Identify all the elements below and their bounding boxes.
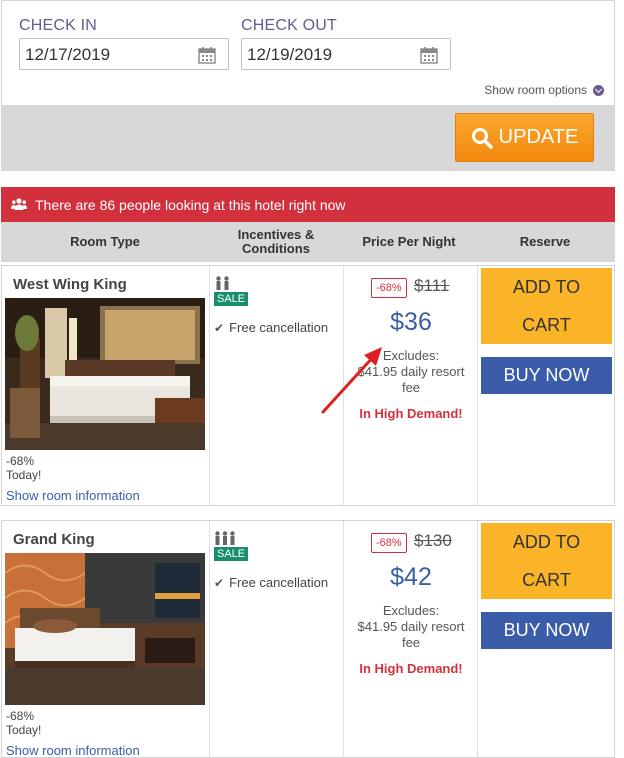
update-button[interactable]: UPDATE [455, 113, 594, 162]
check-in-field[interactable]: 12/17/2019 [19, 38, 229, 70]
people-icon [216, 276, 229, 290]
room-photo[interactable] [5, 298, 205, 450]
chevron-down-icon [593, 84, 604, 96]
add-to-cart-line1: ADD TO [512, 532, 581, 552]
discount-badge: -68% [371, 533, 407, 553]
update-label: UPDATE [498, 126, 579, 148]
annotation-arrow [321, 347, 382, 414]
buy-now-button[interactable]: BUY NOW [481, 357, 612, 394]
header-incentives-line1: Incentives & [237, 227, 315, 242]
incentives-cell: SALE ✔ Free cancellation [210, 521, 344, 757]
discount-today: Today! [6, 468, 42, 482]
check-out-field[interactable]: 12/19/2019 [241, 38, 451, 70]
people-icon [215, 531, 235, 545]
header-incentives: Incentives & Conditions [209, 222, 343, 262]
room-type-cell: West Wing King -68% Today! Show room inf… [2, 266, 210, 505]
check-out-group: CHECK OUT 12/19/2019 [241, 17, 451, 70]
check-out-value: 12/19/2019 [247, 45, 333, 64]
reserve-cell: ADD TO CART BUY NOW [478, 521, 614, 757]
check-in-group: CHECK IN 12/17/2019 [19, 17, 229, 70]
discount-percent: -68% [6, 454, 35, 468]
show-room-information-link[interactable]: Show room information [6, 488, 140, 503]
header-price: Price Per Night [362, 234, 456, 249]
discount-today: Today! [6, 723, 42, 737]
check-icon: ✔ [214, 575, 225, 590]
calendar-icon[interactable] [198, 46, 216, 64]
old-price: $111 [414, 276, 450, 295]
excludes-line-1: Excludes: [382, 603, 440, 618]
rooms-table-header: Room Type Incentives & Conditions Price … [1, 222, 615, 262]
header-room-type: Room Type [70, 234, 140, 249]
search-icon [471, 127, 493, 149]
calendar-icon[interactable] [420, 46, 438, 64]
room-type-cell: Grand King -68% Today! Show room informa… [2, 521, 210, 758]
excludes-line-3: fee [401, 635, 421, 650]
add-to-cart-line1: ADD TO [512, 277, 581, 297]
cancellation-text: Free cancellation [229, 320, 329, 335]
search-panel: CHECK IN 12/17/2019 CHECK OUT 12/19/2019 [1, 0, 615, 171]
add-to-cart-button[interactable]: ADD TO CART [481, 268, 612, 344]
room-card: Grand King -68% Today! Show room informa… [1, 520, 615, 758]
room-options-label: Show room options [484, 83, 587, 97]
update-bar: UPDATE [2, 105, 614, 170]
nightly-price: $42 [390, 563, 432, 591]
room-name: Grand King [13, 531, 95, 548]
sale-badge: SALE [214, 547, 249, 561]
users-icon [11, 198, 27, 210]
excludes-line-2: $41.95 daily resort [357, 619, 465, 634]
old-price: $130 [414, 531, 452, 550]
cancellation-text: Free cancellation [229, 575, 329, 590]
show-room-options-link[interactable]: Show room options [484, 83, 604, 97]
room-card: West Wing King -68% Today! Show room inf… [1, 265, 615, 506]
header-incentives-line2: Conditions [242, 241, 310, 256]
room-name: West Wing King [13, 276, 127, 293]
add-to-cart-button[interactable]: ADD TO CART [481, 523, 612, 599]
header-reserve: Reserve [519, 234, 571, 249]
show-room-information-link[interactable]: Show room information [6, 743, 140, 758]
free-cancellation: ✔ Free cancellation [214, 320, 328, 335]
discount-note: -68% Today! [6, 709, 41, 737]
alert-text: There are 86 people looking at this hote… [35, 196, 346, 213]
discount-percent: -68% [6, 709, 35, 723]
add-to-cart-line2: CART [522, 315, 571, 335]
check-out-label: CHECK OUT [241, 17, 338, 34]
check-in-value: 12/17/2019 [25, 45, 111, 64]
nightly-price: $36 [390, 308, 432, 336]
buy-now-button[interactable]: BUY NOW [481, 612, 612, 649]
room-photo[interactable] [5, 553, 205, 705]
free-cancellation: ✔ Free cancellation [214, 575, 328, 590]
discount-note: -68% Today! [6, 454, 41, 482]
discount-badge: -68% [371, 278, 407, 298]
high-demand-label: In High Demand! [359, 661, 463, 676]
reserve-cell: ADD TO CART BUY NOW [478, 266, 614, 505]
price-cell: -68% $130 $42 Excludes: $41.95 daily res… [344, 521, 478, 757]
add-to-cart-line2: CART [522, 570, 571, 590]
check-icon: ✔ [214, 320, 225, 335]
viewers-alert: There are 86 people looking at this hote… [1, 187, 615, 222]
check-in-label: CHECK IN [19, 17, 98, 34]
excludes-note: Excludes: $41.95 daily resort fee [344, 603, 478, 651]
sale-badge: SALE [214, 292, 249, 306]
